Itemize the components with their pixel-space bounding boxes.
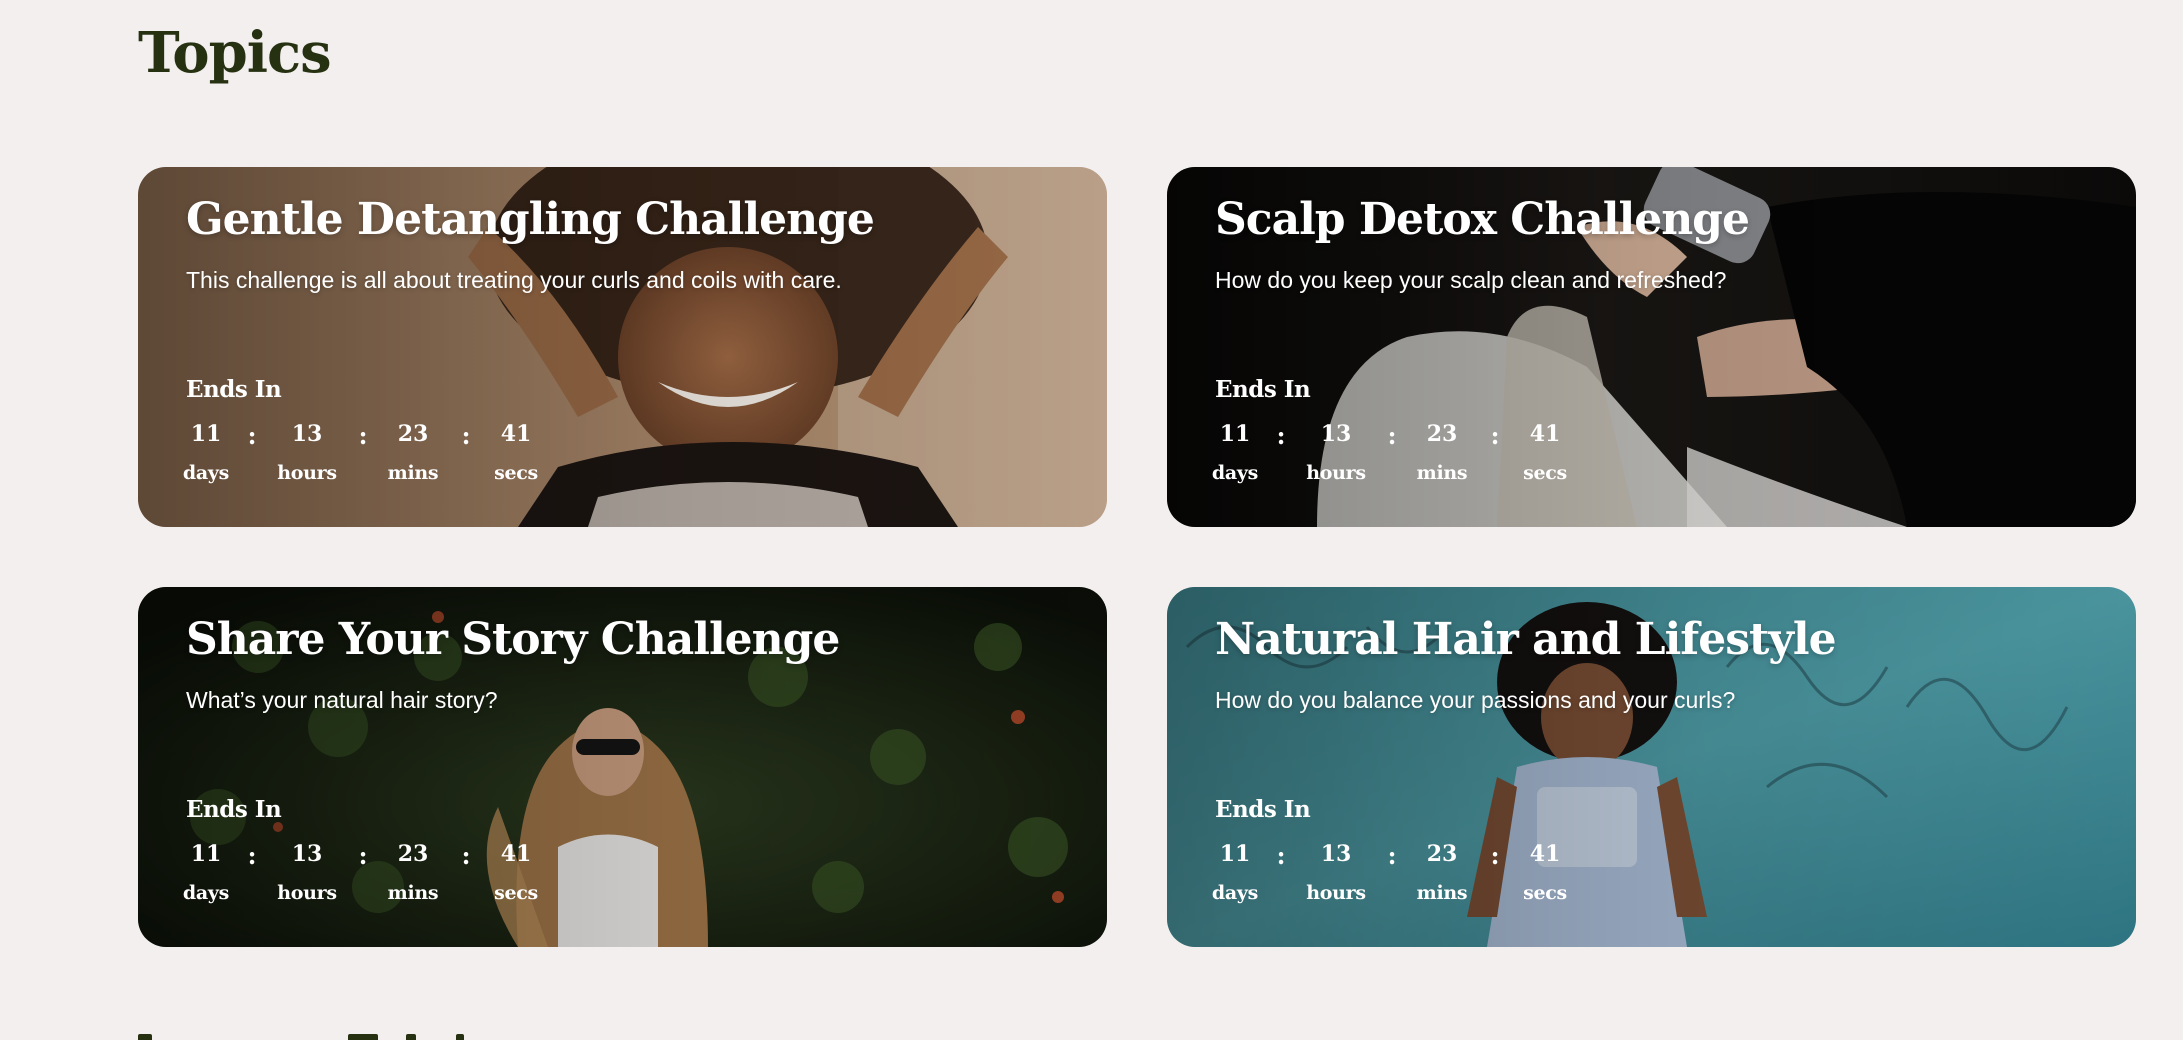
countdown-hours-label: hours xyxy=(1306,882,1366,904)
countdown-days-value: 11 xyxy=(1219,841,1251,867)
countdown-mins-label: mins xyxy=(1416,882,1468,904)
countdown-mins-label: mins xyxy=(387,462,439,484)
countdown-mins: 23 mins xyxy=(373,839,453,905)
countdown-days-label: days xyxy=(182,462,230,484)
challenge-title: Gentle Detangling Challenge xyxy=(186,194,875,245)
countdown-secs: 41 secs xyxy=(1505,419,1585,485)
countdown-separator: : xyxy=(358,841,368,870)
countdown-hours: 13 hours xyxy=(267,419,347,485)
challenge-title: Share Your Story Challenge xyxy=(186,614,840,665)
countdown-hours: 13 hours xyxy=(267,839,347,905)
countdown-secs-value: 41 xyxy=(500,841,532,867)
countdown-separator: : xyxy=(461,841,471,870)
countdown-mins: 23 mins xyxy=(1402,839,1482,905)
countdown-hours-value: 13 xyxy=(291,421,323,447)
countdown-mins: 23 mins xyxy=(1402,419,1482,485)
countdown-hours-label: hours xyxy=(1306,462,1366,484)
challenge-card-gentle-detangling[interactable]: Gentle Detangling Challenge This challen… xyxy=(138,167,1107,527)
page-title: Topics xyxy=(138,20,332,86)
countdown-hours-label: hours xyxy=(277,462,337,484)
countdown-separator: : xyxy=(1387,421,1397,450)
countdown-separator: : xyxy=(1276,421,1286,450)
countdown-hours: 13 hours xyxy=(1296,839,1376,905)
countdown-secs-label: secs xyxy=(1523,462,1567,484)
countdown-secs: 41 secs xyxy=(476,839,556,905)
countdown-hours-value: 13 xyxy=(291,841,323,867)
countdown-days-label: days xyxy=(1211,882,1259,904)
countdown-days: 11 days xyxy=(166,419,246,485)
countdown-secs: 41 secs xyxy=(476,419,556,485)
countdown-secs-value: 41 xyxy=(1529,841,1561,867)
countdown-separator: : xyxy=(461,421,471,450)
countdown-days: 11 days xyxy=(1195,419,1275,485)
countdown-timer: 11 days : 13 hours : 23 mins : 41 secs xyxy=(1212,419,1595,499)
challenge-description: What’s your natural hair story? xyxy=(186,687,498,713)
challenge-card-scalp-detox[interactable]: Scalp Detox Challenge How do you keep yo… xyxy=(1167,167,2136,527)
ends-in-label: Ends In xyxy=(1215,376,1311,403)
challenge-description: How do you balance your passions and you… xyxy=(1215,687,1736,713)
countdown-days-label: days xyxy=(1211,462,1259,484)
countdown-days-value: 11 xyxy=(190,421,222,447)
countdown-timer: 11 days : 13 hours : 23 mins : 41 secs xyxy=(183,419,566,499)
countdown-secs-value: 41 xyxy=(500,421,532,447)
challenge-description: How do you keep your scalp clean and ref… xyxy=(1215,267,1727,293)
countdown-days: 11 days xyxy=(1195,839,1275,905)
challenge-description: This challenge is all about treating you… xyxy=(186,267,842,293)
countdown-days: 11 days xyxy=(166,839,246,905)
challenge-card-share-your-story[interactable]: Share Your Story Challenge What’s your n… xyxy=(138,587,1107,947)
countdown-mins: 23 mins xyxy=(373,419,453,485)
countdown-mins-value: 23 xyxy=(397,421,429,447)
challenge-card-natural-hair-lifestyle[interactable]: Natural Hair and Lifestyle How do you ba… xyxy=(1167,587,2136,947)
countdown-secs-label: secs xyxy=(494,462,538,484)
countdown-days-value: 11 xyxy=(190,841,222,867)
countdown-mins-value: 23 xyxy=(397,841,429,867)
challenge-title: Natural Hair and Lifestyle xyxy=(1215,614,1837,665)
countdown-timer: 11 days : 13 hours : 23 mins : 41 secs xyxy=(1212,839,1595,919)
countdown-separator: : xyxy=(1490,841,1500,870)
countdown-hours-value: 13 xyxy=(1320,841,1352,867)
countdown-separator: : xyxy=(358,421,368,450)
countdown-separator: : xyxy=(1490,421,1500,450)
ends-in-label: Ends In xyxy=(186,796,282,823)
countdown-secs: 41 secs xyxy=(1505,839,1585,905)
countdown-separator: : xyxy=(1276,841,1286,870)
countdown-mins-value: 23 xyxy=(1426,841,1458,867)
challenge-title: Scalp Detox Challenge xyxy=(1215,194,1750,245)
countdown-hours-value: 13 xyxy=(1320,421,1352,447)
next-section-heading-cutoff xyxy=(138,1028,468,1040)
countdown-secs-label: secs xyxy=(1523,882,1567,904)
countdown-mins-value: 23 xyxy=(1426,421,1458,447)
countdown-days-label: days xyxy=(182,882,230,904)
countdown-mins-label: mins xyxy=(1416,462,1468,484)
ends-in-label: Ends In xyxy=(1215,796,1311,823)
countdown-mins-label: mins xyxy=(387,882,439,904)
countdown-days-value: 11 xyxy=(1219,421,1251,447)
countdown-secs-value: 41 xyxy=(1529,421,1561,447)
countdown-separator: : xyxy=(247,421,257,450)
countdown-timer: 11 days : 13 hours : 23 mins : 41 secs xyxy=(183,839,566,919)
countdown-hours: 13 hours xyxy=(1296,419,1376,485)
ends-in-label: Ends In xyxy=(186,376,282,403)
countdown-hours-label: hours xyxy=(277,882,337,904)
countdown-secs-label: secs xyxy=(494,882,538,904)
countdown-separator: : xyxy=(247,841,257,870)
countdown-separator: : xyxy=(1387,841,1397,870)
